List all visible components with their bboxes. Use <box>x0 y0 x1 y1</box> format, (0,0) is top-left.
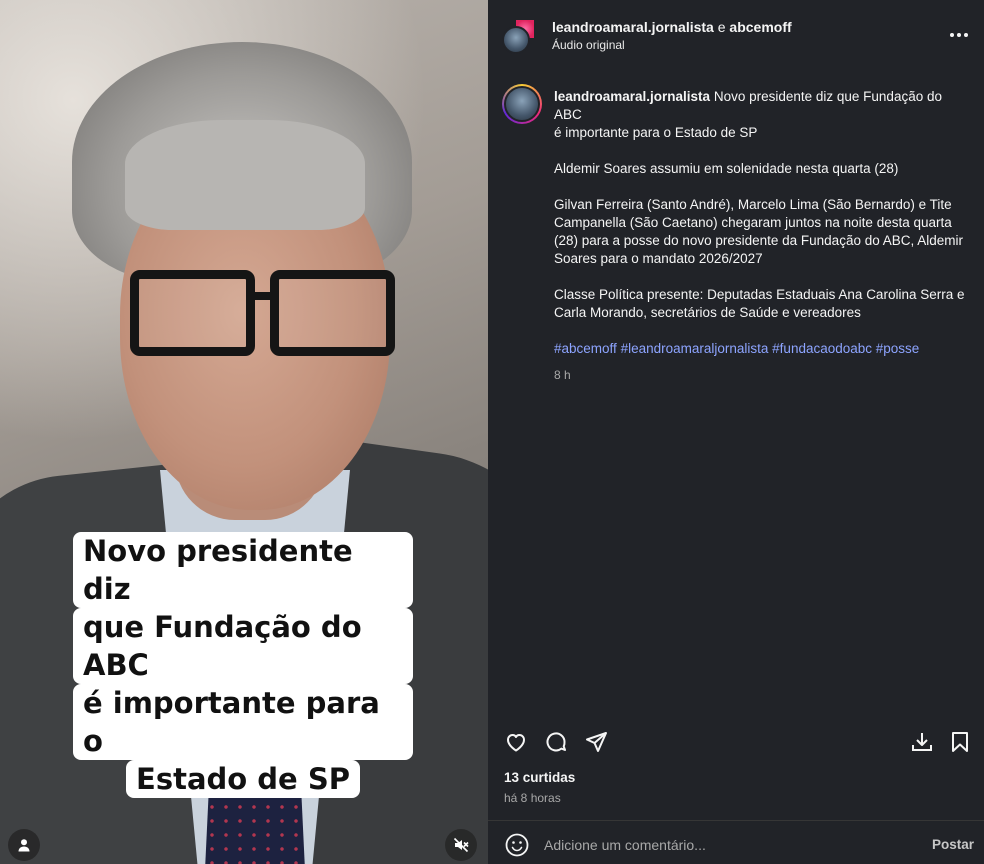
post-comment-button[interactable]: Postar <box>932 837 974 852</box>
post-age[interactable]: há 8 horas <box>504 791 561 805</box>
share-button[interactable] <box>582 728 610 756</box>
hashtag-link[interactable]: #fundacaodoabc <box>772 341 872 356</box>
comment-icon <box>544 730 568 754</box>
video-hair-top <box>125 120 365 230</box>
heart-icon <box>504 730 528 754</box>
glasses-left-lens <box>130 270 255 356</box>
header-author-link[interactable]: leandroamaral.jornalista <box>552 19 714 35</box>
video-glasses <box>120 270 410 360</box>
user-icon <box>17 838 31 852</box>
caption-line: Novo presidente diz <box>73 532 413 608</box>
emoji-icon <box>504 832 530 858</box>
caption-text: leandroamaral.jornalista Novo presidente… <box>554 88 966 384</box>
video-caption: Novo presidente diz que Fundação do ABC … <box>73 532 413 798</box>
save-button[interactable] <box>946 728 974 756</box>
more-icon-dot <box>957 33 961 37</box>
post-side-panel: leandroamaral.jornalista e abcemoff Áudi… <box>488 0 984 864</box>
caption-timestamp[interactable]: 8 h <box>554 366 966 384</box>
tagged-users-button[interactable] <box>8 829 40 861</box>
caption-paragraph: leandroamaral.jornalista Novo presidente… <box>554 88 966 124</box>
more-icon <box>950 33 954 37</box>
coauthor-avatars[interactable] <box>502 18 542 58</box>
download-button[interactable] <box>908 728 936 756</box>
download-icon <box>910 730 934 754</box>
post-header: leandroamaral.jornalista e abcemoff Áudi… <box>488 0 984 72</box>
caption-line: Classe Política presente: Deputadas Esta… <box>554 287 965 320</box>
header-authors: leandroamaral.jornalista e abcemoff <box>552 18 792 36</box>
more-icon-dot <box>964 33 968 37</box>
send-icon <box>584 730 608 754</box>
caption-line: Gilvan Ferreira (Santo André), Marcelo L… <box>554 197 964 266</box>
like-button[interactable] <box>502 728 530 756</box>
comment-button[interactable] <box>542 728 570 756</box>
caption-line: é importante para o <box>73 684 413 760</box>
muted-speaker-icon <box>453 837 469 853</box>
hashtag-link[interactable]: #posse <box>876 341 920 356</box>
reel-viewer: Novo presidente diz que Fundação do ABC … <box>0 0 984 864</box>
emoji-button[interactable] <box>504 832 530 858</box>
avatar-image <box>504 86 540 122</box>
reel-video[interactable]: Novo presidente diz que Fundação do ABC … <box>0 0 488 864</box>
hashtag-link[interactable]: #leandroamaraljornalista <box>621 341 769 356</box>
caption-author-link[interactable]: leandroamaral.jornalista <box>554 89 710 104</box>
header-coauthor-link[interactable]: abcemoff <box>729 19 791 35</box>
likes-count[interactable]: 13 curtidas <box>504 770 575 785</box>
bookmark-icon <box>948 730 972 754</box>
comment-input[interactable] <box>544 834 904 856</box>
header-connector: e <box>717 19 726 35</box>
more-options-button[interactable] <box>950 33 968 37</box>
caption-line: Estado de SP <box>126 760 360 798</box>
caption-line: é importante para o Estado de SP <box>554 125 758 140</box>
caption-line: Aldemir Soares assumiu em solenidade nes… <box>554 161 899 176</box>
hashtag-link[interactable]: #abcemoff <box>554 341 617 356</box>
author-avatar[interactable] <box>502 26 530 54</box>
caption-author-avatar[interactable] <box>502 84 542 124</box>
hashtag-list: #abcemoff #leandroamaraljornalista #fund… <box>554 340 966 358</box>
action-bar <box>488 724 984 760</box>
caption-line: que Fundação do ABC <box>73 608 413 684</box>
divider <box>488 820 984 821</box>
mute-toggle-button[interactable] <box>445 829 477 861</box>
glasses-right-lens <box>270 270 395 356</box>
comment-bar: Postar <box>488 826 984 864</box>
audio-link[interactable]: Áudio original <box>552 38 625 52</box>
